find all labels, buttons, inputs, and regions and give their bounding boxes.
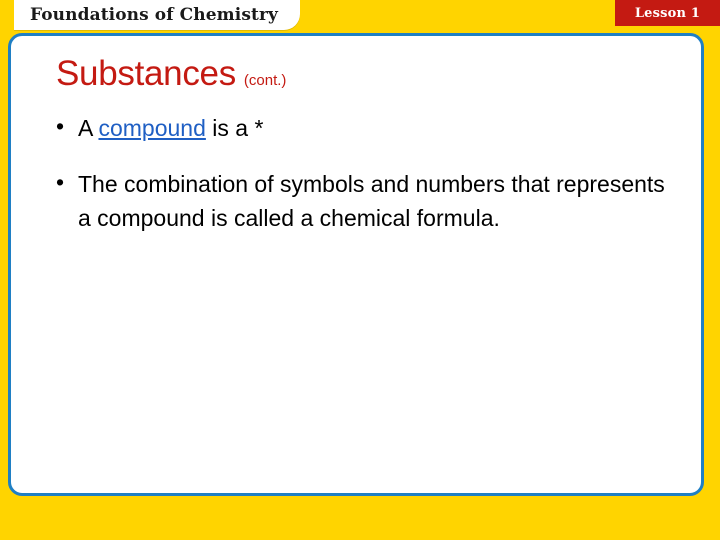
bullet-marker-icon: • (56, 169, 65, 195)
course-title-tab: Foundations of Chemistry (14, 0, 300, 30)
lesson-badge: Lesson 1 (615, 0, 720, 26)
lesson-label: Lesson 1 (634, 5, 701, 21)
bullet-marker-icon: • (56, 113, 65, 139)
bullet-list: • A compound is a * • The combination of… (56, 111, 671, 257)
course-title: Foundations of Chemistry (30, 5, 278, 25)
page-title-main: Substances (56, 54, 236, 93)
list-item: • The combination of symbols and numbers… (56, 167, 671, 235)
glossary-term-link[interactable]: compound (98, 115, 205, 141)
list-item: • A compound is a * (56, 111, 671, 145)
footer-bar: Get Connected glencoe.com ✕ ⌂ (0, 496, 720, 540)
header-band: Foundations of Chemistry Lesson 1 (0, 0, 720, 30)
page-title: Substances (cont.) (56, 54, 286, 94)
bullet-text-suffix: is a * (205, 115, 264, 141)
slide: Foundations of Chemistry Lesson 1 Substa… (0, 0, 720, 540)
content-panel: Substances (cont.) • A compound is a * •… (8, 33, 704, 496)
bullet-text: A compound is a * (78, 111, 263, 145)
bullet-text: The combination of symbols and numbers t… (78, 171, 665, 231)
bullet-text-prefix: A (78, 115, 99, 141)
page-title-suffix: (cont.) (243, 72, 287, 89)
